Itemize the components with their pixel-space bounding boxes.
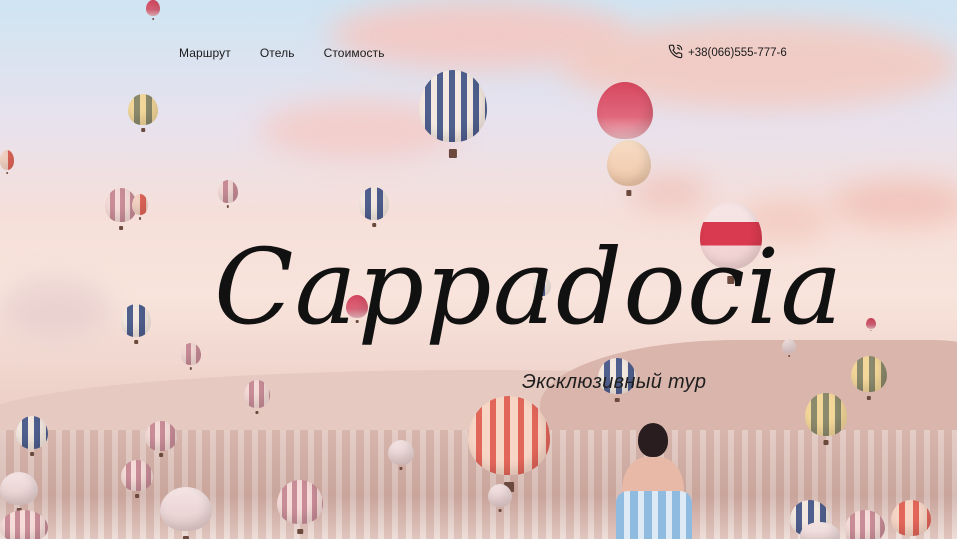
hero-title: Cappadocia <box>214 226 844 348</box>
hot-air-balloon <box>128 94 158 132</box>
hot-air-balloon <box>145 421 177 457</box>
nav-item-route[interactable]: Маршрут <box>179 46 231 60</box>
phone-icon <box>668 44 683 62</box>
nav-item-price[interactable]: Стоимость <box>324 46 385 60</box>
hot-air-balloon <box>488 484 512 512</box>
main-nav: Маршрут Отель Стоимость <box>179 46 385 60</box>
hot-air-balloon <box>388 440 414 470</box>
hot-air-balloon <box>866 318 876 331</box>
hero-subtitle: Эксклюзивный тур <box>522 371 707 393</box>
hot-air-balloon <box>146 0 160 20</box>
hot-air-balloon <box>851 356 887 400</box>
hot-air-balloon <box>0 150 14 174</box>
hot-air-balloon <box>419 70 487 158</box>
hot-air-balloon <box>845 510 885 539</box>
hot-air-balloon <box>891 500 931 539</box>
hot-air-balloon <box>0 472 38 512</box>
hot-air-balloon <box>0 510 48 539</box>
cloud <box>830 180 957 225</box>
hot-air-balloon <box>468 396 550 492</box>
cloud <box>0 280 110 340</box>
hot-air-balloon <box>359 187 389 227</box>
hero-section: Маршрут Отель Стоимость +38(066)555-777-… <box>0 0 957 539</box>
hot-air-balloon <box>805 393 847 445</box>
woman-figure <box>612 423 696 539</box>
hot-air-balloon <box>244 380 270 414</box>
hot-air-balloon <box>16 416 48 456</box>
hot-air-balloon <box>218 180 238 208</box>
hot-air-balloon <box>132 194 148 220</box>
nav-item-hotel[interactable]: Отель <box>260 46 295 60</box>
hot-air-balloon <box>607 140 651 196</box>
hot-air-balloon <box>277 480 323 534</box>
hot-air-balloon <box>160 487 212 539</box>
phone-link[interactable]: +38(066)555-777-6 <box>668 44 787 62</box>
hot-air-balloon <box>800 522 840 539</box>
hot-air-balloon <box>121 460 153 498</box>
phone-number: +38(066)555-777-6 <box>688 47 787 59</box>
hot-air-balloon <box>121 304 151 344</box>
hot-air-balloon <box>181 343 201 370</box>
